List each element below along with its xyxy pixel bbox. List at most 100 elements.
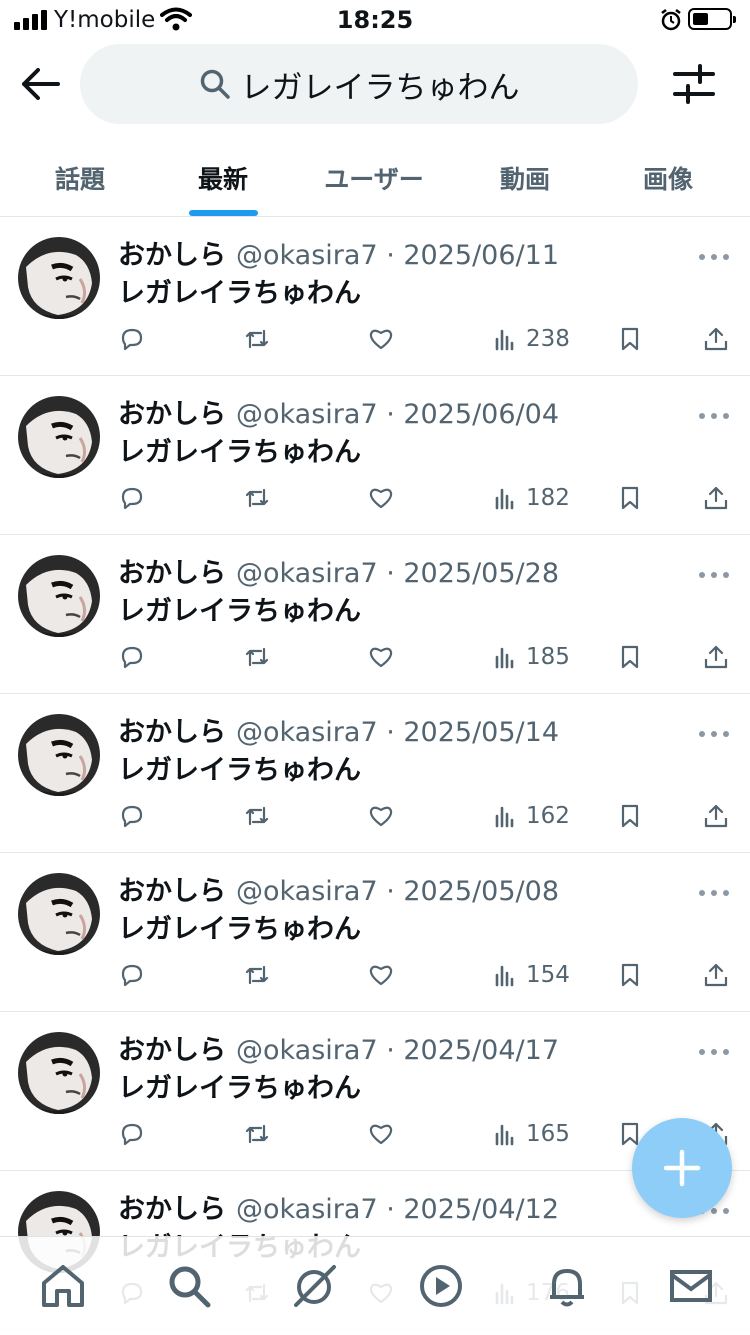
reply-icon[interactable] [118, 480, 146, 516]
tab-latest[interactable]: 最新 [173, 140, 273, 216]
play-icon[interactable] [418, 1263, 464, 1309]
filter-sliders-icon[interactable] [672, 62, 716, 106]
author-name[interactable]: おかしら [118, 876, 226, 907]
tweet-row[interactable]: おかしら @okasira7 · 2025/05/28 レガレイラちゅわん 185 [0, 535, 750, 694]
share-icon[interactable] [702, 957, 730, 993]
retweet-icon[interactable] [243, 480, 271, 516]
bookmark-icon[interactable] [616, 480, 644, 516]
bookmark-icon[interactable] [616, 639, 644, 675]
avatar[interactable] [18, 396, 100, 478]
back-arrow-icon[interactable] [18, 64, 62, 104]
views-button[interactable]: 165 [492, 1116, 570, 1152]
author-handle[interactable]: @okasira7 [236, 1035, 378, 1066]
retweet-icon[interactable] [243, 321, 271, 357]
tweet-text: レガレイラちゅわん [118, 755, 361, 786]
author-handle[interactable]: @okasira7 [236, 240, 378, 271]
views-icon [492, 802, 520, 830]
tweet-row[interactable]: おかしら @okasira7 · 2025/05/14 レガレイラちゅわん 162 [0, 694, 750, 853]
search-icon[interactable] [166, 1263, 212, 1309]
views-button[interactable]: 238 [492, 321, 570, 357]
more-options-icon[interactable] [698, 724, 730, 743]
author-handle[interactable]: @okasira7 [236, 399, 378, 430]
bottom-nav [0, 1236, 750, 1335]
grok-icon[interactable] [292, 1263, 338, 1309]
reply-icon[interactable] [118, 321, 146, 357]
tweet-row[interactable]: おかしら @okasira7 · 2025/06/11 レガレイラちゅわん 238 [0, 217, 750, 376]
share-icon[interactable] [702, 798, 730, 834]
author-handle[interactable]: @okasira7 [236, 1194, 378, 1225]
views-button[interactable]: 182 [492, 480, 570, 516]
like-icon[interactable] [367, 480, 395, 516]
bookmark-icon[interactable] [616, 957, 644, 993]
search-input[interactable]: レガレイラちゅわん [80, 44, 638, 124]
like-icon[interactable] [367, 957, 395, 993]
tweet-header: おかしら @okasira7 · 2025/05/08 [118, 876, 559, 907]
author-handle[interactable]: @okasira7 [236, 717, 378, 748]
retweet-icon[interactable] [243, 798, 271, 834]
author-name[interactable]: おかしら [118, 1194, 226, 1225]
bell-icon[interactable] [544, 1263, 590, 1309]
tweet-date: 2025/04/17 [403, 1035, 559, 1066]
views-icon [492, 961, 520, 989]
like-icon[interactable] [367, 798, 395, 834]
reply-icon[interactable] [118, 1116, 146, 1152]
author-name[interactable]: おかしら [118, 558, 226, 589]
view-count: 182 [526, 485, 570, 511]
tweet-actions: 185 [0, 639, 750, 675]
battery-icon [688, 8, 736, 30]
mail-icon[interactable] [668, 1263, 714, 1309]
bookmark-icon[interactable] [616, 798, 644, 834]
tab-trending[interactable]: 話題 [30, 140, 130, 216]
tweet-text: レガレイラちゅわん [118, 596, 361, 627]
compose-button[interactable] [632, 1118, 732, 1218]
like-icon[interactable] [367, 1116, 395, 1152]
share-icon[interactable] [702, 321, 730, 357]
avatar[interactable] [18, 1032, 100, 1114]
avatar[interactable] [18, 714, 100, 796]
more-options-icon[interactable] [698, 1042, 730, 1061]
share-icon[interactable] [702, 480, 730, 516]
home-icon[interactable] [40, 1263, 86, 1309]
views-button[interactable]: 162 [492, 798, 570, 834]
like-icon[interactable] [367, 639, 395, 675]
plus-icon [663, 1149, 701, 1187]
reply-icon[interactable] [118, 639, 146, 675]
avatar[interactable] [18, 237, 100, 319]
tweet-row[interactable]: おかしら @okasira7 · 2025/05/08 レガレイラちゅわん 154 [0, 853, 750, 1012]
retweet-icon[interactable] [243, 957, 271, 993]
reply-icon[interactable] [118, 957, 146, 993]
tweet-row[interactable]: おかしら @okasira7 · 2025/06/04 レガレイラちゅわん 182 [0, 376, 750, 535]
avatar[interactable] [18, 555, 100, 637]
author-name[interactable]: おかしら [118, 240, 226, 271]
more-options-icon[interactable] [698, 406, 730, 425]
views-button[interactable]: 154 [492, 957, 570, 993]
tab-images[interactable]: 画像 [618, 140, 718, 216]
more-options-icon[interactable] [698, 247, 730, 266]
more-options-icon[interactable] [698, 883, 730, 902]
views-icon [492, 484, 520, 512]
tab-videos[interactable]: 動画 [475, 140, 575, 216]
author-name[interactable]: おかしら [118, 717, 226, 748]
view-count: 238 [526, 326, 570, 352]
alarm-icon [661, 9, 681, 31]
tweet-text: レガレイラちゅわん [118, 278, 361, 309]
tweet-actions: 154 [0, 957, 750, 993]
author-name[interactable]: おかしら [118, 1035, 226, 1066]
more-options-icon[interactable] [698, 565, 730, 584]
tweet-date: 2025/04/12 [403, 1194, 559, 1225]
author-name[interactable]: おかしら [118, 399, 226, 430]
retweet-icon[interactable] [243, 1116, 271, 1152]
tab-users[interactable]: ユーザー [310, 140, 438, 216]
like-icon[interactable] [367, 321, 395, 357]
views-button[interactable]: 185 [492, 639, 570, 675]
view-count: 162 [526, 803, 570, 829]
retweet-icon[interactable] [243, 639, 271, 675]
author-handle[interactable]: @okasira7 [236, 558, 378, 589]
reply-icon[interactable] [118, 798, 146, 834]
share-icon[interactable] [702, 639, 730, 675]
bookmark-icon[interactable] [616, 321, 644, 357]
avatar[interactable] [18, 873, 100, 955]
author-handle[interactable]: @okasira7 [236, 876, 378, 907]
tweet-actions: 182 [0, 480, 750, 516]
tweet-date: 2025/05/28 [403, 558, 559, 589]
